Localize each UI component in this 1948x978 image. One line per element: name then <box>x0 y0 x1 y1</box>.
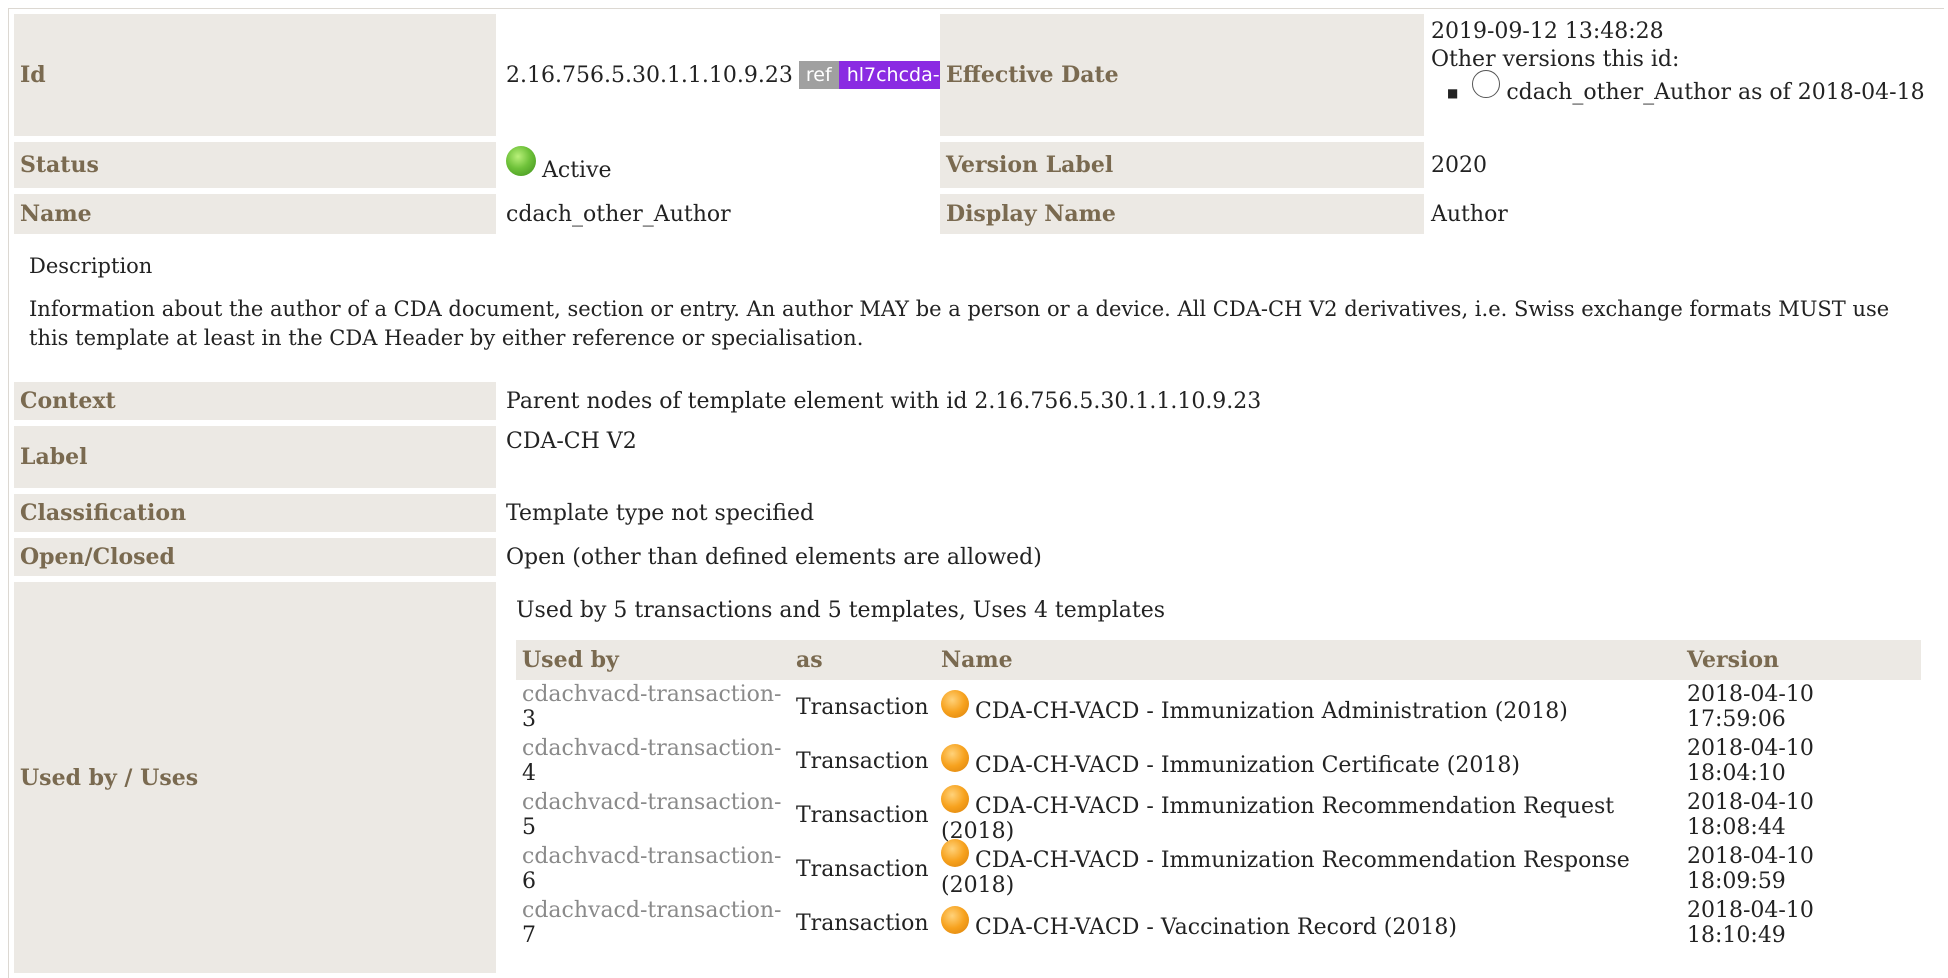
transaction-number: 7 <box>522 923 536 948</box>
open-closed-value: Open (other than defined elements are al… <box>506 544 1042 570</box>
id-label: Id <box>14 14 496 136</box>
used-by-link[interactable]: cdachvacd-transaction-3 <box>516 680 790 734</box>
version-label-label: Version Label <box>940 142 1424 188</box>
as-cell: Transaction <box>796 856 929 882</box>
name-cell: CDA-CH-VACD - Immunization Administratio… <box>935 680 1681 734</box>
status-draft-icon <box>941 785 969 813</box>
transaction-name[interactable]: CDA-CH-VACD - Vaccination Record (2018) <box>975 915 1457 940</box>
as-cell: Transaction <box>796 910 929 936</box>
version-cell: 2018-04-10 18:09:59 <box>1687 844 1814 894</box>
transaction-prefix: cdachvacd-transaction- <box>522 844 782 869</box>
used-by-link[interactable]: cdachvacd-transaction-4 <box>516 734 790 788</box>
status-value-cell: Active <box>506 142 934 188</box>
other-version-item[interactable]: ■ cdach_other_Author as of 2018-04-18 <box>1431 69 1931 105</box>
transaction-prefix: cdachvacd-transaction- <box>522 736 782 761</box>
transaction-number: 3 <box>522 707 536 732</box>
status-active-icon <box>506 146 536 176</box>
status-empty-icon <box>1472 69 1501 98</box>
effective-date-label: Effective Date <box>940 14 1424 136</box>
transaction-number: 4 <box>522 761 536 786</box>
transaction-prefix: cdachvacd-transaction- <box>522 898 782 923</box>
col-version: Version <box>1681 640 1921 680</box>
context-value: Parent nodes of template element with id… <box>506 388 1262 414</box>
name-label: Name <box>14 194 496 234</box>
ref-badge[interactable]: ref <box>798 61 839 89</box>
effective-date-cell: 2019-09-12 13:48:28 Other versions this … <box>1431 18 1931 105</box>
col-used-by: Used by <box>516 640 790 680</box>
as-cell: Transaction <box>796 748 929 774</box>
description-text: Information about the author of a CDA do… <box>29 297 1890 350</box>
id-value: 2.16.756.5.30.1.1.10.9.23 <box>506 62 793 88</box>
other-versions-label: Other versions this id: <box>1431 47 1680 72</box>
transaction-name[interactable]: CDA-CH-VACD - Immunization Administratio… <box>975 699 1568 724</box>
table-row: cdachvacd-transaction-7 Transaction CDA-… <box>516 896 1921 950</box>
table-row: cdachvacd-transaction-6 Transaction CDA-… <box>516 839 1921 898</box>
classification-value: Template type not specified <box>506 500 815 526</box>
transaction-name[interactable]: CDA-CH-VACD - Immunization Certificate (… <box>975 753 1520 778</box>
description-heading: Description <box>29 254 153 278</box>
used-by-table: Used by as Name Version cdachvacd-transa… <box>516 640 1921 950</box>
table-row: cdachvacd-transaction-5 Transaction CDA-… <box>516 785 1921 844</box>
col-name: Name <box>935 640 1681 680</box>
as-cell: Transaction <box>796 694 929 720</box>
status-draft-icon <box>941 689 969 718</box>
transaction-name[interactable]: CDA-CH-VACD - Immunization Recommendatio… <box>941 848 1630 898</box>
used-by-summary: Used by 5 transactions and 5 templates, … <box>516 597 1166 623</box>
name-cell: CDA-CH-VACD - Immunization Certificate (… <box>935 734 1681 788</box>
open-closed-label: Open/Closed <box>14 538 496 576</box>
effective-date-value: 2019-09-12 13:48:28 <box>1431 19 1664 44</box>
prefix-badge[interactable]: hl7chcda- <box>838 61 948 89</box>
label-label: Label <box>14 426 496 488</box>
bullet-icon: ■ <box>1447 85 1459 100</box>
classification-label: Classification <box>14 494 496 532</box>
context-label: Context <box>14 382 496 420</box>
label-value: CDA-CH V2 <box>506 428 637 454</box>
used-by-label: Used by / Uses <box>14 582 496 973</box>
version-cell: 2018-04-10 18:08:44 <box>1687 790 1814 840</box>
transaction-prefix: cdachvacd-transaction- <box>522 682 782 707</box>
version-cell: 2018-04-10 17:59:06 <box>1687 682 1814 732</box>
display-name-value: Author <box>1431 201 1508 227</box>
table-row: cdachvacd-transaction-3 Transaction CDA-… <box>516 680 1921 734</box>
status-label: Status <box>14 142 496 188</box>
display-name-label: Display Name <box>940 194 1424 234</box>
version-label-value: 2020 <box>1431 152 1487 178</box>
status-draft-icon <box>941 743 969 772</box>
version-cell: 2018-04-10 18:10:49 <box>1687 898 1814 948</box>
col-as: as <box>790 640 935 680</box>
name-cell: CDA-CH-VACD - Immunization Recommendatio… <box>935 785 1681 844</box>
name-value: cdach_other_Author <box>506 201 731 227</box>
as-cell: Transaction <box>796 802 929 828</box>
used-by-link[interactable]: cdachvacd-transaction-5 <box>516 788 790 842</box>
used-by-link[interactable]: cdachvacd-transaction-7 <box>516 896 790 950</box>
transaction-number: 5 <box>522 815 536 840</box>
version-cell: 2018-04-10 18:04:10 <box>1687 736 1814 786</box>
name-cell: CDA-CH-VACD - Vaccination Record (2018) <box>935 896 1681 950</box>
table-row: cdachvacd-transaction-4 Transaction CDA-… <box>516 734 1921 788</box>
transaction-number: 6 <box>522 869 536 894</box>
id-value-cell: 2.16.756.5.30.1.1.10.9.23 ref hl7chcda- <box>506 14 948 136</box>
status-draft-icon <box>941 905 969 934</box>
table-header-row: Used by as Name Version <box>516 640 1921 680</box>
transaction-name[interactable]: CDA-CH-VACD - Immunization Recommendatio… <box>941 794 1614 844</box>
other-version-link[interactable]: cdach_other_Author as of 2018-04-18 <box>1506 80 1924 105</box>
used-by-link[interactable]: cdachvacd-transaction-6 <box>516 842 790 896</box>
status-value: Active <box>542 157 612 183</box>
transaction-prefix: cdachvacd-transaction- <box>522 790 782 815</box>
name-cell: CDA-CH-VACD - Immunization Recommendatio… <box>935 839 1681 898</box>
